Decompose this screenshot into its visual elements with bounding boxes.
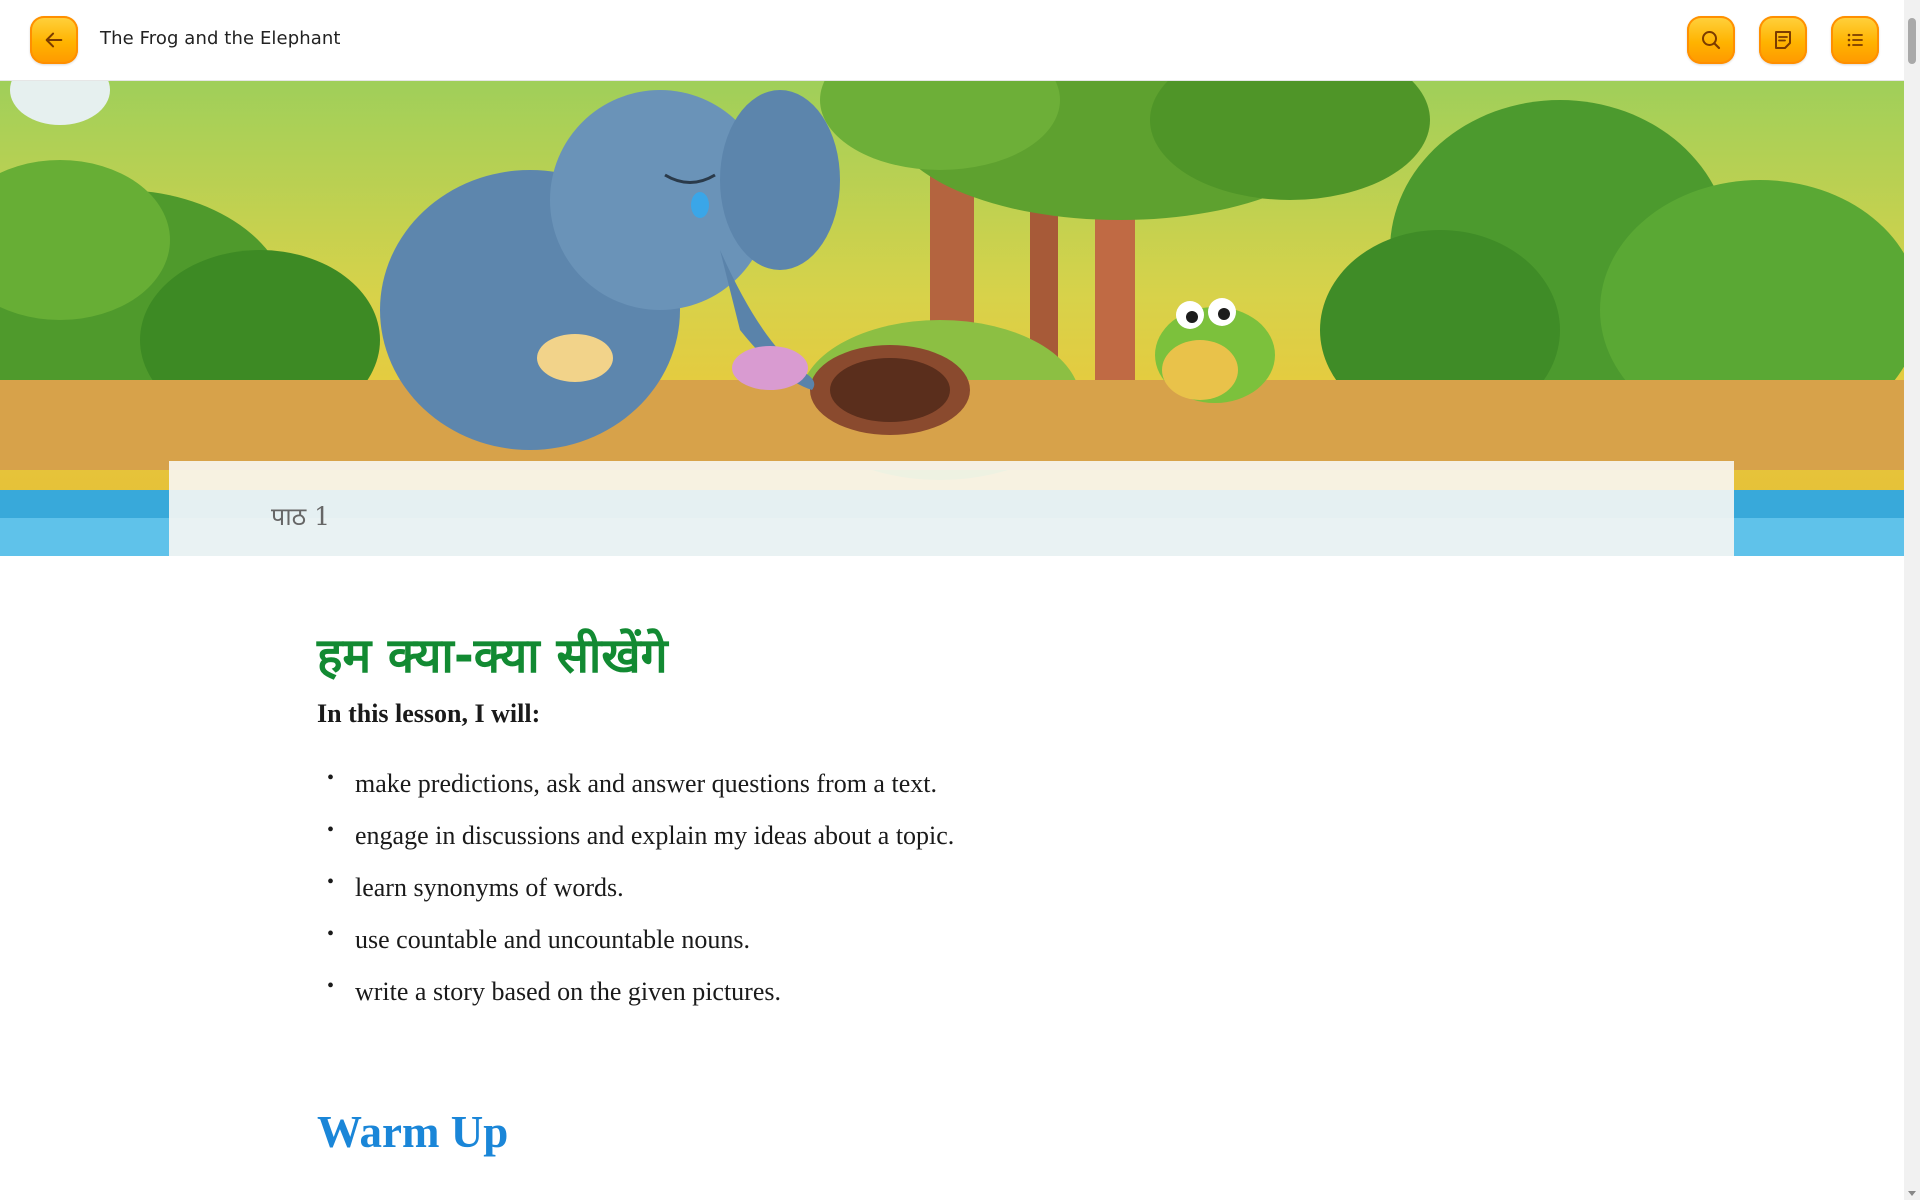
bullet: • [327, 923, 335, 945]
learning-goals-heading: हम क्या-क्या सीखेंगे [317, 628, 668, 684]
bullet: • [327, 767, 335, 789]
scroll-down-icon[interactable] [1908, 1191, 1916, 1196]
table-of-contents-button[interactable] [1831, 16, 1879, 64]
notes-button[interactable] [1759, 16, 1807, 64]
list-item: • write a story based on the given pictur… [317, 966, 954, 1018]
learning-goals-list: • make predictions, ask and answer questi… [317, 758, 954, 1018]
search-button[interactable] [1687, 16, 1735, 64]
goal-text: learn synonyms of words. [355, 873, 624, 902]
back-button[interactable] [30, 16, 78, 64]
goal-text: make predictions, ask and answer questio… [355, 769, 937, 798]
list-item: • learn synonyms of words. [317, 862, 954, 914]
lesson-title-card: पाठ 1 The Frog and the Elephant [169, 461, 1734, 556]
arrow-left-icon [43, 29, 65, 51]
page-scrollbar[interactable] [1904, 0, 1920, 1200]
bullet: • [327, 975, 335, 997]
list-item: • engage in discussions and explain my id… [317, 810, 954, 862]
lesson-title: The Frog and the Elephant [271, 547, 848, 556]
bullet: • [327, 871, 335, 893]
notes-icon [1771, 28, 1795, 52]
top-bar: The Frog and the Elephant [0, 0, 1904, 81]
list-item: • use countable and uncountable nouns. [317, 914, 954, 966]
app-title: The Frog and the Elephant [100, 28, 341, 49]
goal-text: write a story based on the given picture… [355, 977, 781, 1006]
lesson-hero-banner: पाठ 1 The Frog and the Elephant [0, 80, 1904, 556]
search-icon [1699, 28, 1723, 52]
list-item: • make predictions, ask and answer questi… [317, 758, 954, 810]
learning-goals-intro: In this lesson, I will: [317, 699, 541, 728]
warm-up-heading: Warm Up [317, 1107, 509, 1157]
goal-text: engage in discussions and explain my ide… [355, 821, 955, 850]
scrollbar-thumb[interactable] [1908, 18, 1916, 64]
lesson-number: पाठ 1 [271, 502, 331, 531]
goal-text: use countable and uncountable nouns. [355, 925, 750, 954]
list-icon [1843, 28, 1867, 52]
bullet: • [327, 819, 335, 841]
